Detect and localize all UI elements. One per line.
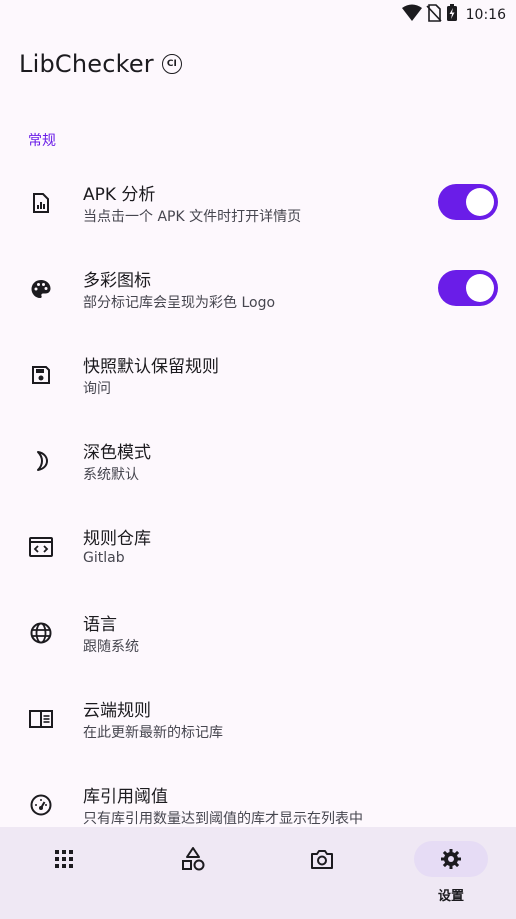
globe-icon — [27, 619, 55, 647]
nav-item-libraries[interactable] — [143, 841, 243, 911]
cloud-rules-icon — [27, 705, 55, 733]
setting-title: APK 分析 — [83, 185, 156, 205]
gauge-icon — [27, 791, 55, 819]
apk-analysis-icon — [27, 189, 55, 217]
setting-rules-repo[interactable]: 规则仓库 Gitlab — [0, 504, 516, 590]
gear-icon — [414, 841, 488, 877]
setting-cloud-rules[interactable]: 云端规则 在此更新最新的标记库 — [0, 676, 516, 762]
setting-apk-analysis[interactable]: APK 分析 当点击一个 APK 文件时打开详情页 — [0, 160, 516, 246]
battery-charging-icon — [446, 4, 458, 26]
app-title-row: LibChecker CI — [19, 50, 182, 78]
bottom-navigation: 设置 — [0, 827, 516, 919]
nav-item-apps[interactable] — [14, 841, 114, 911]
setting-subtitle: 跟随系统 — [83, 639, 139, 655]
settings-list: APK 分析 当点击一个 APK 文件时打开详情页 多彩图标 部分标记库会呈现为… — [0, 160, 516, 848]
apk-analysis-toggle[interactable] — [438, 184, 498, 220]
setting-subtitle: Gitlab — [83, 550, 125, 566]
toggle-knob — [466, 188, 494, 216]
setting-subtitle: 询问 — [83, 381, 111, 397]
camera-icon — [285, 841, 359, 877]
palette-icon — [27, 275, 55, 303]
setting-title: 规则仓库 — [83, 529, 151, 549]
setting-subtitle: 系统默认 — [83, 467, 139, 483]
toggle-knob — [466, 274, 494, 302]
setting-title: 云端规则 — [83, 701, 151, 721]
setting-title: 语言 — [83, 615, 117, 635]
dark-mode-icon — [27, 447, 55, 475]
app-title: LibChecker — [19, 50, 154, 78]
nav-label-settings: 设置 — [437, 889, 464, 904]
setting-title: 库引用阈值 — [83, 787, 168, 807]
section-header: 常规 — [28, 133, 56, 149]
setting-title: 快照默认保留规则 — [83, 357, 219, 377]
setting-dark-mode[interactable]: 深色模式 系统默认 — [0, 418, 516, 504]
wifi-icon — [401, 4, 422, 26]
apps-grid-icon — [27, 841, 101, 877]
code-window-icon — [27, 533, 55, 561]
ci-badge: CI — [161, 54, 182, 74]
setting-subtitle: 当点击一个 APK 文件时打开详情页 — [83, 209, 302, 225]
status-bar: 10:16 — [0, 0, 516, 30]
nav-item-settings[interactable]: 设置 — [401, 841, 501, 911]
setting-colorful-icons[interactable]: 多彩图标 部分标记库会呈现为彩色 Logo — [0, 246, 516, 332]
shapes-icon — [156, 841, 230, 877]
setting-language[interactable]: 语言 跟随系统 — [0, 590, 516, 676]
setting-subtitle: 部分标记库会呈现为彩色 Logo — [83, 295, 276, 311]
status-time: 10:16 — [465, 7, 506, 23]
no-sim-icon — [426, 4, 442, 26]
nav-item-snapshot[interactable] — [272, 841, 372, 911]
setting-subtitle: 在此更新最新的标记库 — [83, 725, 223, 741]
setting-title: 多彩图标 — [83, 271, 151, 291]
setting-title: 深色模式 — [83, 443, 151, 463]
save-icon — [27, 361, 55, 389]
setting-snapshot-retention[interactable]: 快照默认保留规则 询问 — [0, 332, 516, 418]
setting-subtitle: 只有库引用数量达到阈值的库才显示在列表中 — [83, 811, 363, 827]
colorful-icons-toggle[interactable] — [438, 270, 498, 306]
